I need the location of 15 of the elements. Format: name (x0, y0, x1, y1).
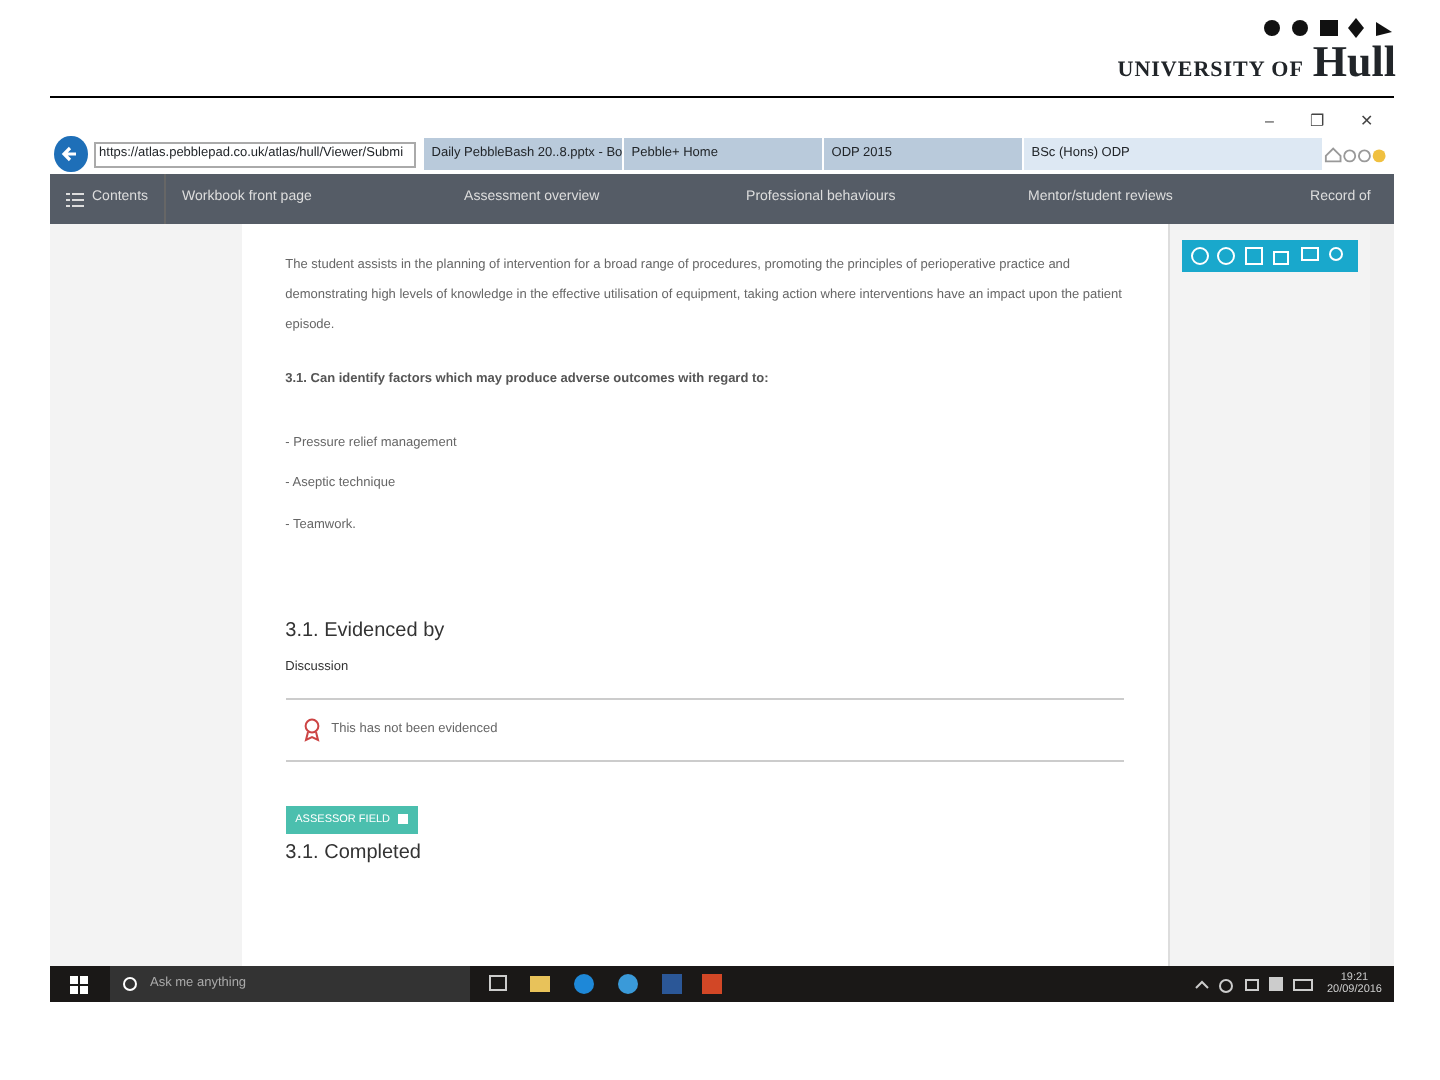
section-heading: 3.1. Completed (285, 839, 423, 868)
back-arrow-icon (60, 144, 81, 164)
tray-icons[interactable] (1194, 975, 1315, 993)
search-icon (122, 976, 138, 992)
back-button[interactable] (54, 136, 88, 172)
toolbar-icons[interactable] (1323, 145, 1386, 163)
logo-text: Hull (1312, 36, 1396, 86)
list-icon (66, 191, 84, 207)
tool-strip[interactable] (1182, 240, 1359, 272)
logo-text: UNIVERSITY OF (1117, 58, 1304, 82)
award-icon (303, 717, 320, 742)
section-heading: 3.1. Evidenced by (285, 617, 447, 646)
window-control[interactable]: ❐ (1310, 110, 1324, 134)
window-control[interactable]: ✕ (1360, 110, 1374, 134)
window-control[interactable]: – (1265, 110, 1274, 134)
